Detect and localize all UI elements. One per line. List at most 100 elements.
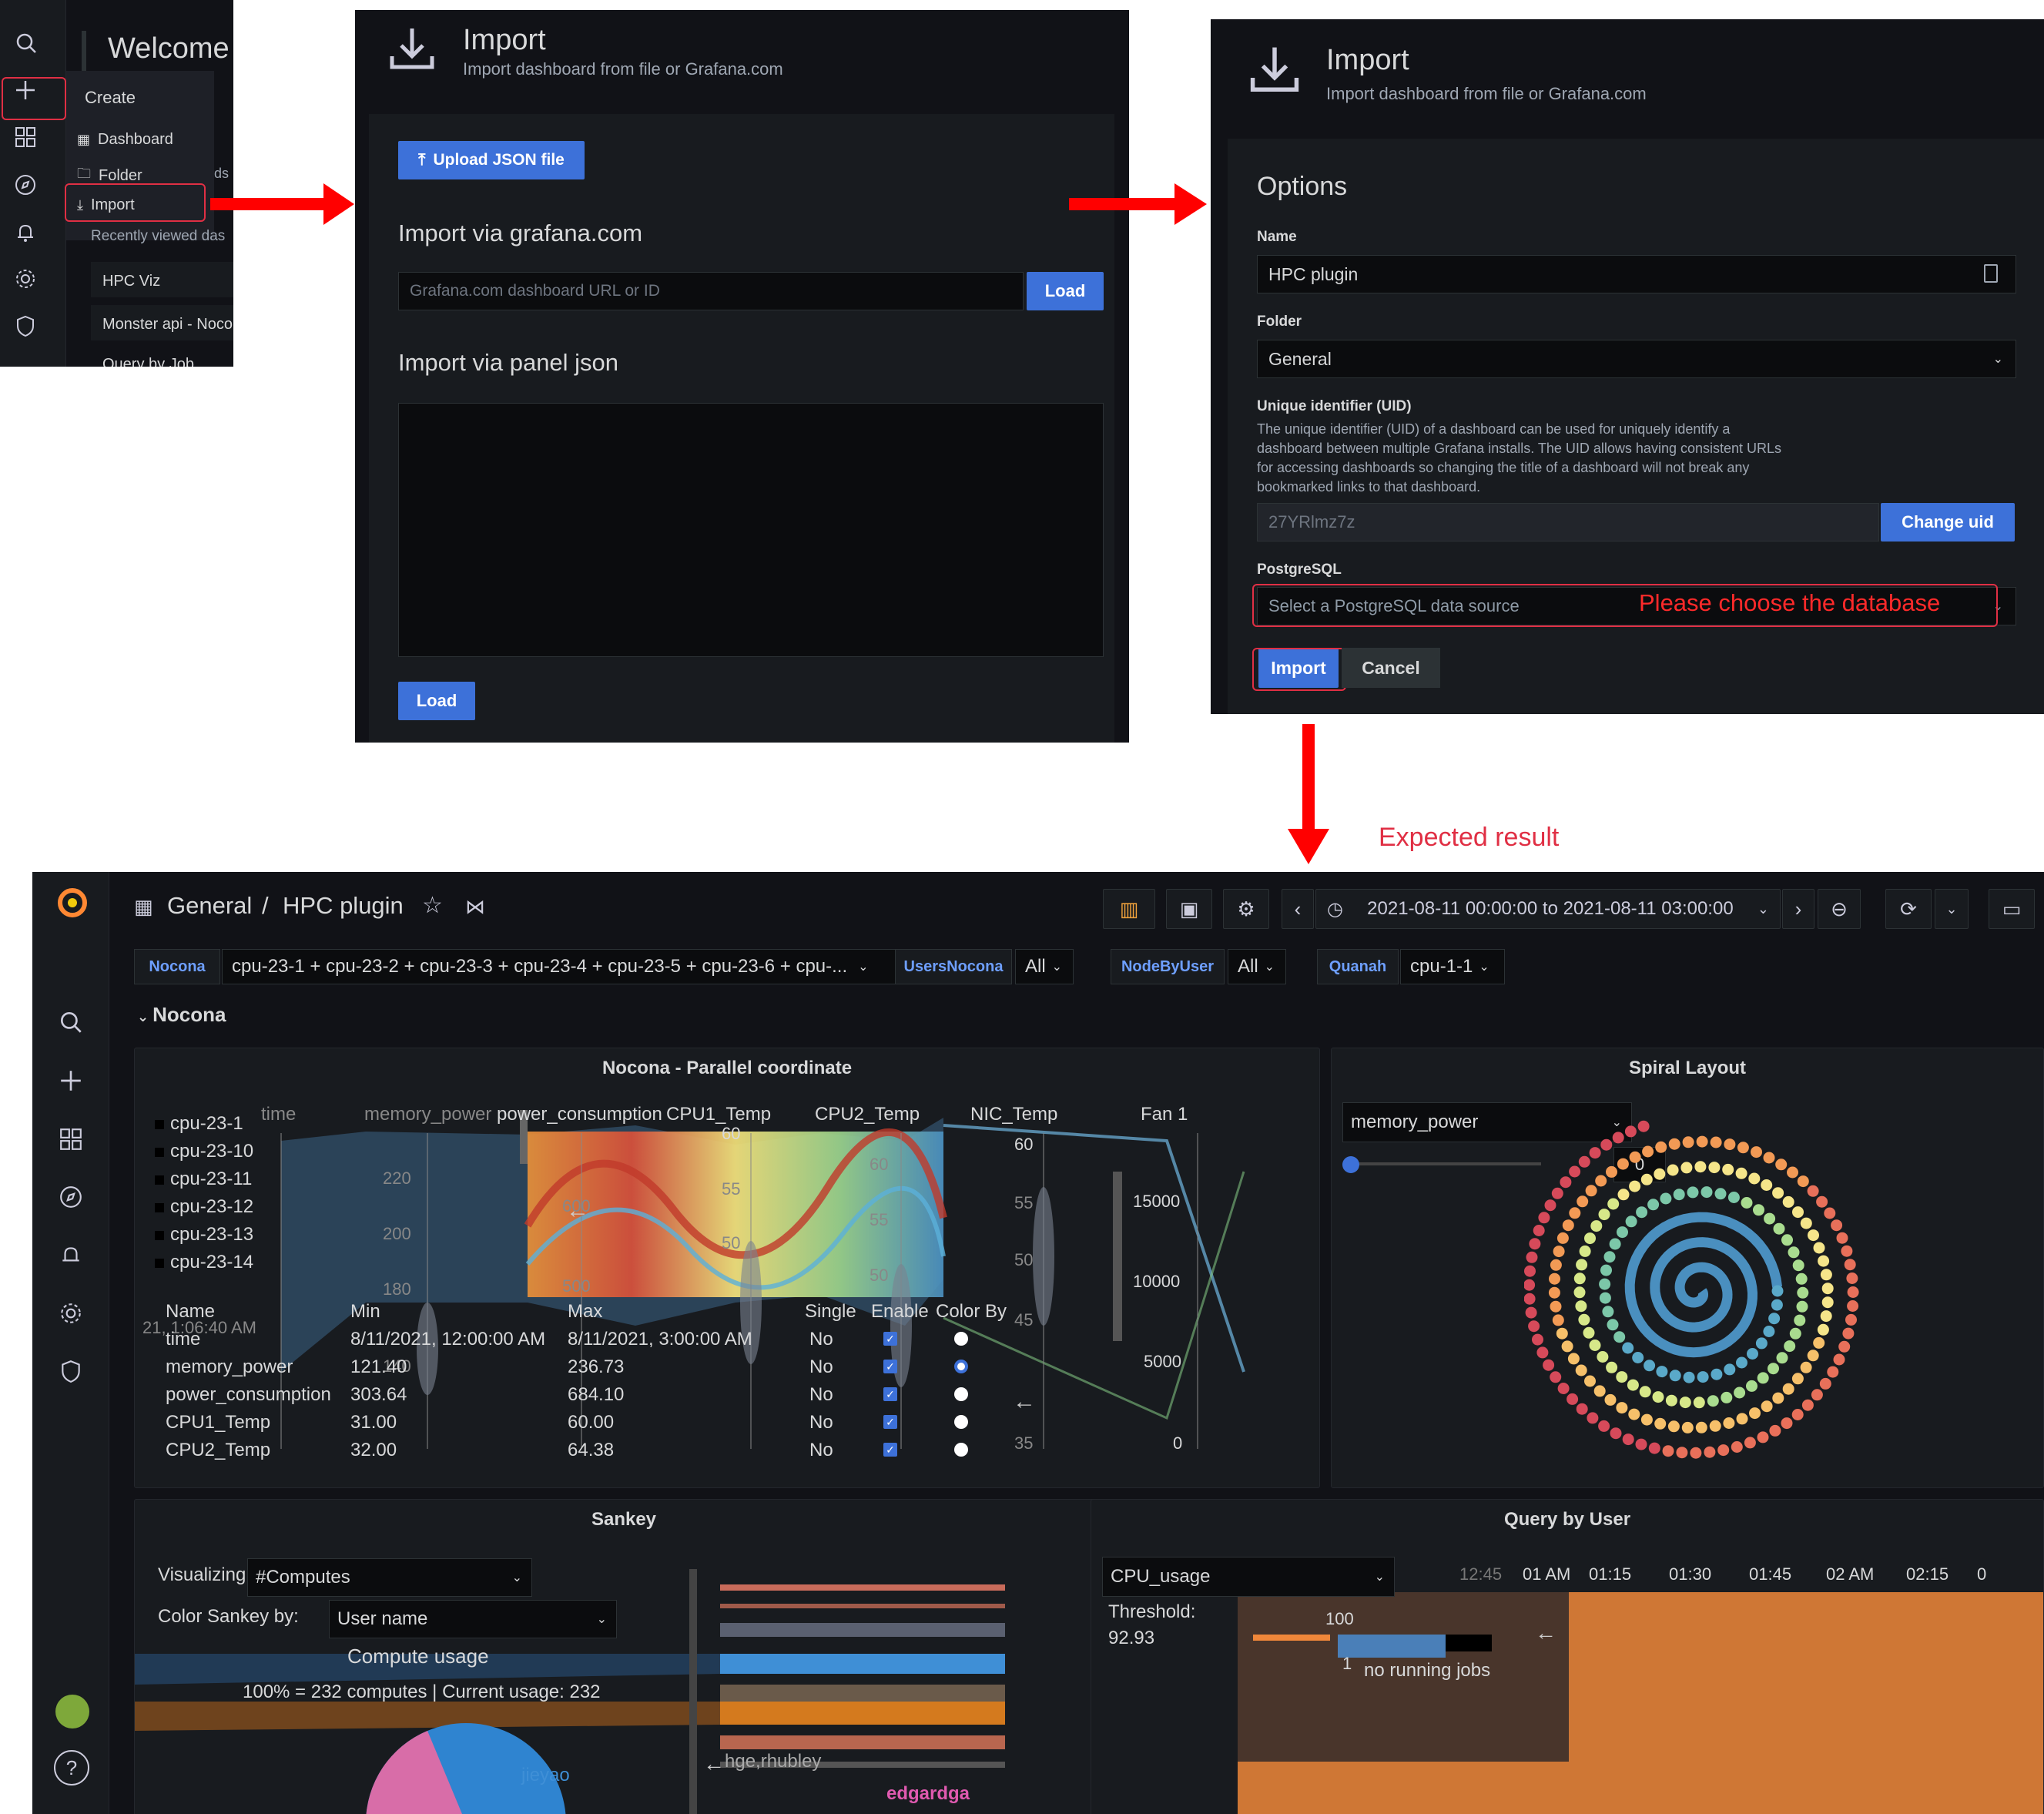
menu-item-dashboard[interactable]: ▦ Dashboard <box>77 131 173 149</box>
legend-item[interactable]: cpu-23-14 <box>155 1252 253 1279</box>
gear-icon[interactable] <box>14 267 52 306</box>
avatar[interactable] <box>55 1695 89 1728</box>
share-icon[interactable]: ⋈ <box>465 895 485 919</box>
recent-item[interactable]: Query by Job <box>102 356 194 367</box>
spiral-dot <box>1800 1217 1812 1229</box>
legend-item[interactable]: cpu-23-13 <box>155 1224 253 1252</box>
compass-icon[interactable] <box>52 1178 90 1216</box>
zoom-out-icon[interactable]: ⊖ <box>1818 889 1861 929</box>
spiral-dot <box>1616 1402 1628 1414</box>
shield-icon[interactable] <box>52 1352 90 1390</box>
plus-icon[interactable] <box>52 1061 90 1100</box>
spiral-dot <box>1813 1336 1825 1349</box>
download-icon: ⤓ <box>77 197 83 213</box>
color-by-radio[interactable] <box>954 1332 968 1346</box>
add-panel-icon[interactable]: ▥ <box>1103 889 1155 929</box>
color-by-radio[interactable] <box>954 1443 968 1457</box>
time-tick: 01:15 <box>1589 1564 1632 1584</box>
color-by-radio[interactable] <box>954 1360 968 1373</box>
legend-item[interactable]: cpu-23-12 <box>155 1196 253 1224</box>
dashboards-icon[interactable] <box>14 126 52 164</box>
variable-select-usersnocona[interactable]: All ⌄ <box>1015 949 1074 984</box>
brush-handle[interactable] <box>1113 1172 1122 1341</box>
change-uid-button[interactable]: Change uid <box>1881 503 2015 542</box>
time-range-picker[interactable]: ◷ 2021-08-11 00:00:00 to 2021-08-11 03:0… <box>1315 889 1781 929</box>
legend-item[interactable]: cpu-23-10 <box>155 1141 253 1169</box>
recent-item[interactable]: HPC Viz <box>102 273 160 290</box>
load-button[interactable]: Load <box>1027 272 1104 310</box>
upload-json-button[interactable]: ⤒ Upload JSON file <box>398 141 585 179</box>
color-by-select[interactable]: User name ⌄ <box>329 1600 617 1638</box>
arrow-left-icon[interactable]: ← <box>703 1752 725 1775</box>
arrow-left-icon[interactable]: ← <box>1535 1621 1556 1645</box>
visualizing-select[interactable]: #Computes ⌄ <box>247 1558 532 1597</box>
enable-checkbox[interactable]: ✓ <box>883 1387 897 1401</box>
menu-item-import[interactable]: ⤓ Import <box>77 196 135 214</box>
help-icon[interactable]: ? <box>54 1750 89 1785</box>
row-min: 8/11/2021, 12:00:00 AM <box>350 1329 546 1350</box>
clipboard-icon[interactable] <box>1984 264 1998 283</box>
slider-track[interactable] <box>1349 1162 1541 1165</box>
sankey-link <box>720 1604 1005 1608</box>
create-label[interactable]: Create <box>85 88 136 108</box>
star-icon[interactable]: ☆ <box>422 892 443 919</box>
spiral-dot <box>1543 1359 1555 1371</box>
variable-select-quanah[interactable]: cpu-1-1 ⌄ <box>1400 949 1505 984</box>
spiral-dot <box>1550 1259 1562 1271</box>
refresh-icon[interactable]: ⟳ <box>1885 889 1932 929</box>
spiral-dot <box>1599 1278 1611 1290</box>
slider-handle[interactable] <box>1342 1156 1359 1173</box>
search-icon[interactable] <box>14 31 52 69</box>
spiral-dot <box>1748 1172 1761 1185</box>
plus-icon[interactable] <box>14 79 52 117</box>
time-back-icon[interactable]: ‹ <box>1282 889 1314 929</box>
page-title[interactable]: HPC plugin <box>283 892 404 920</box>
variable-select-nodebyuser[interactable]: All ⌄ <box>1228 949 1286 984</box>
spiral-dot <box>1549 1272 1560 1285</box>
spiral-dot <box>1776 1352 1788 1364</box>
sankey-node <box>689 1569 697 1814</box>
recent-item[interactable]: Monster api - Noco <box>102 316 233 334</box>
enable-checkbox[interactable]: ✓ <box>883 1360 897 1373</box>
tick-label: 5000 <box>1144 1352 1181 1371</box>
breadcrumb-folder[interactable]: General <box>167 892 252 920</box>
spiral-path <box>1624 1212 1783 1358</box>
load-json-button[interactable]: Load <box>398 682 475 720</box>
shield-icon[interactable] <box>14 314 52 353</box>
enable-checkbox[interactable]: ✓ <box>883 1415 897 1429</box>
dashboards-icon[interactable] <box>52 1120 90 1158</box>
tv-mode-icon[interactable]: ▭ <box>1989 889 2035 929</box>
spiral-dot <box>1763 1326 1775 1337</box>
bell-icon[interactable] <box>14 220 52 259</box>
variable-select-nocona[interactable]: cpu-23-1 + cpu-23-2 + cpu-23-3 + cpu-23-… <box>222 949 910 984</box>
save-icon[interactable]: ▣ <box>1166 889 1212 929</box>
gear-icon[interactable] <box>52 1294 90 1333</box>
chevron-down-icon[interactable]: ⌄ <box>1935 889 1969 929</box>
color-by-radio[interactable] <box>954 1415 968 1429</box>
compass-icon[interactable] <box>14 173 52 212</box>
enable-checkbox[interactable]: ✓ <box>883 1332 897 1346</box>
violin <box>1033 1187 1054 1326</box>
sankey-flow <box>135 1702 720 1731</box>
panel-json-textarea[interactable] <box>398 403 1104 657</box>
folder-select[interactable]: General ⌄ <box>1257 340 2016 378</box>
arrow-left-icon[interactable]: ← <box>1013 1389 1036 1414</box>
enable-checkbox[interactable]: ✓ <box>883 1443 897 1457</box>
time-tick: 12:45 <box>1459 1564 1503 1584</box>
time-forward-icon[interactable]: › <box>1782 889 1814 929</box>
legend-item[interactable]: cpu-23-11 <box>155 1169 253 1196</box>
grafana-logo-icon[interactable] <box>55 886 89 924</box>
spiral-dot <box>1612 1132 1624 1144</box>
name-input[interactable]: HPC plugin <box>1257 255 2016 293</box>
color-by-radio[interactable] <box>954 1387 968 1401</box>
spiral-dot <box>1561 1340 1573 1353</box>
cancel-button[interactable]: Cancel <box>1342 648 1440 688</box>
search-icon[interactable] <box>52 1003 90 1041</box>
spiral-dot <box>1838 1340 1851 1353</box>
settings-gear-icon[interactable]: ⚙ <box>1223 889 1269 929</box>
metric-select[interactable]: CPU_usage ⌄ <box>1102 1557 1395 1597</box>
legend-item[interactable]: cpu-23-1 <box>155 1113 253 1141</box>
row-header-nocona[interactable]: ⌄ Nocona <box>137 1003 226 1027</box>
gcom-url-input[interactable]: Grafana.com dashboard URL or ID <box>398 272 1024 310</box>
bell-icon[interactable] <box>52 1236 90 1274</box>
